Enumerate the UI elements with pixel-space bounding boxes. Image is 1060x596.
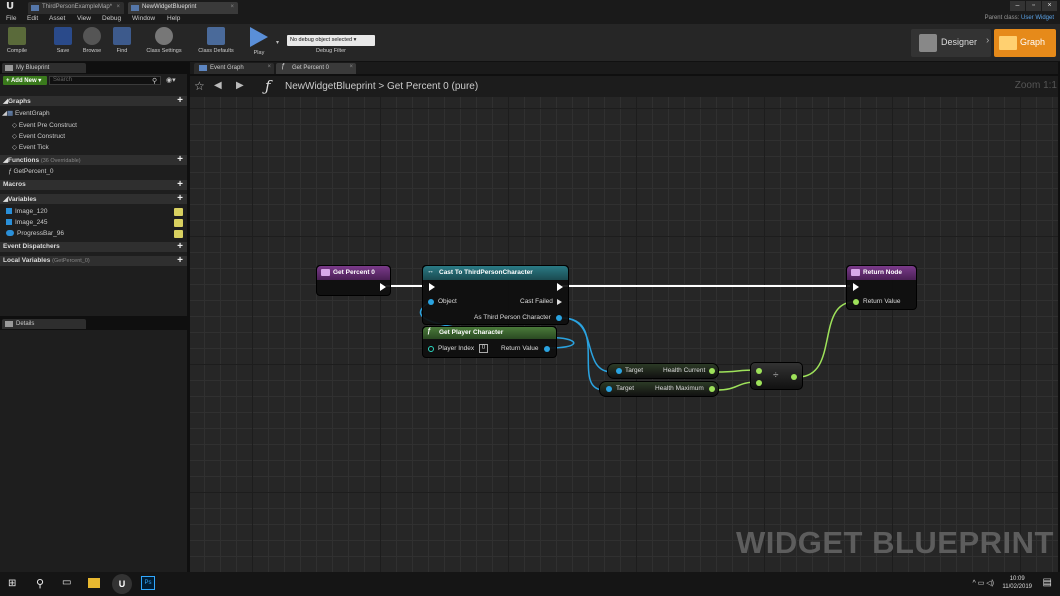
- target-label: Target: [616, 385, 635, 392]
- node-title: Get Player Character: [439, 329, 504, 336]
- player-index-pin[interactable]: [428, 346, 434, 352]
- cast-failed-label: Cast Failed: [520, 298, 553, 305]
- graph-watermark: WIDGET BLUEPRINT: [736, 525, 1054, 560]
- node-title: Get Percent 0: [333, 269, 375, 276]
- health-maximum-label: Health Maximum: [655, 385, 704, 392]
- clock[interactable]: 10:09 11/02/2019: [1002, 575, 1032, 591]
- divide-input-b-pin[interactable]: [756, 380, 762, 386]
- health-maximum-pin[interactable]: [709, 386, 715, 392]
- exec-out-pin[interactable]: [557, 283, 563, 291]
- return-value-label: Return Value: [863, 298, 901, 305]
- return-value-label: Return Value: [501, 345, 539, 352]
- as-character-label: As Third Person Character: [474, 314, 551, 321]
- exec-in-pin[interactable]: [429, 283, 435, 291]
- divide-input-a-pin[interactable]: [756, 368, 762, 374]
- return-value-pin[interactable]: [853, 299, 859, 305]
- function-return-icon: [851, 269, 860, 276]
- node-header: ↔ Cast To ThirdPersonCharacter: [423, 266, 568, 280]
- divide-output-pin[interactable]: [791, 374, 797, 380]
- search-icon[interactable]: ⚲: [36, 577, 44, 590]
- float-wire: [797, 301, 855, 378]
- notifications-icon[interactable]: ▤: [1043, 577, 1052, 588]
- node-return[interactable]: Return Node Return Value: [846, 265, 917, 310]
- node-get-player-character[interactable]: ƒ Get Player Character Player Index 0 Re…: [422, 326, 557, 358]
- node-header: ƒ Get Player Character: [423, 327, 556, 339]
- windows-start-icon[interactable]: ⊞: [8, 578, 16, 589]
- node-title: Return Node: [863, 269, 902, 276]
- divide-symbol: ÷: [773, 370, 779, 381]
- task-view-icon[interactable]: ▭: [62, 577, 71, 588]
- function-entry-icon: [321, 269, 330, 276]
- node-get-health-maximum[interactable]: Target Health Maximum: [599, 381, 719, 397]
- tray-icons[interactable]: ^ ▭ ◁): [972, 579, 994, 587]
- node-header: Get Percent 0: [317, 266, 390, 280]
- cast-failed-pin[interactable]: [557, 299, 562, 305]
- object-pin-label: Object: [438, 298, 457, 305]
- cast-arrows-icon: ↔: [427, 268, 434, 275]
- os-taskbar: ⊞ ⚲ ▭ U Ps ^ ▭ ◁) 10:09 11/02/2019 ▤: [0, 572, 1060, 596]
- as-character-pin[interactable]: [556, 315, 562, 321]
- object-wire: [561, 317, 605, 391]
- node-get-percent-entry[interactable]: Get Percent 0: [316, 265, 391, 296]
- player-index-input[interactable]: 0: [479, 344, 488, 353]
- health-current-pin[interactable]: [709, 368, 715, 374]
- return-value-pin[interactable]: [544, 346, 550, 352]
- clock-time: 10:09: [1009, 576, 1025, 582]
- node-get-health-current[interactable]: Target Health Current: [607, 363, 719, 379]
- health-current-label: Health Current: [663, 367, 706, 374]
- target-pin[interactable]: [616, 368, 622, 374]
- function-icon: ƒ: [427, 328, 431, 335]
- exec-in-pin[interactable]: [853, 283, 859, 291]
- photoshop-taskbar-icon[interactable]: Ps: [141, 576, 155, 590]
- target-label: Target: [625, 367, 644, 374]
- target-pin[interactable]: [606, 386, 612, 392]
- clock-date: 11/02/2019: [1002, 584, 1032, 590]
- file-explorer-icon[interactable]: [88, 578, 100, 588]
- object-pin[interactable]: [428, 299, 434, 305]
- node-header: Return Node: [847, 266, 916, 280]
- node-cast-to-thirdpersoncharacter[interactable]: ↔ Cast To ThirdPersonCharacter Object Ca…: [422, 265, 569, 325]
- exec-out-pin[interactable]: [380, 283, 386, 291]
- unreal-engine-taskbar-icon[interactable]: U: [112, 574, 132, 594]
- node-title: Cast To ThirdPersonCharacter: [439, 269, 533, 276]
- player-index-label: Player Index: [438, 345, 475, 352]
- node-divide[interactable]: ÷: [750, 362, 803, 390]
